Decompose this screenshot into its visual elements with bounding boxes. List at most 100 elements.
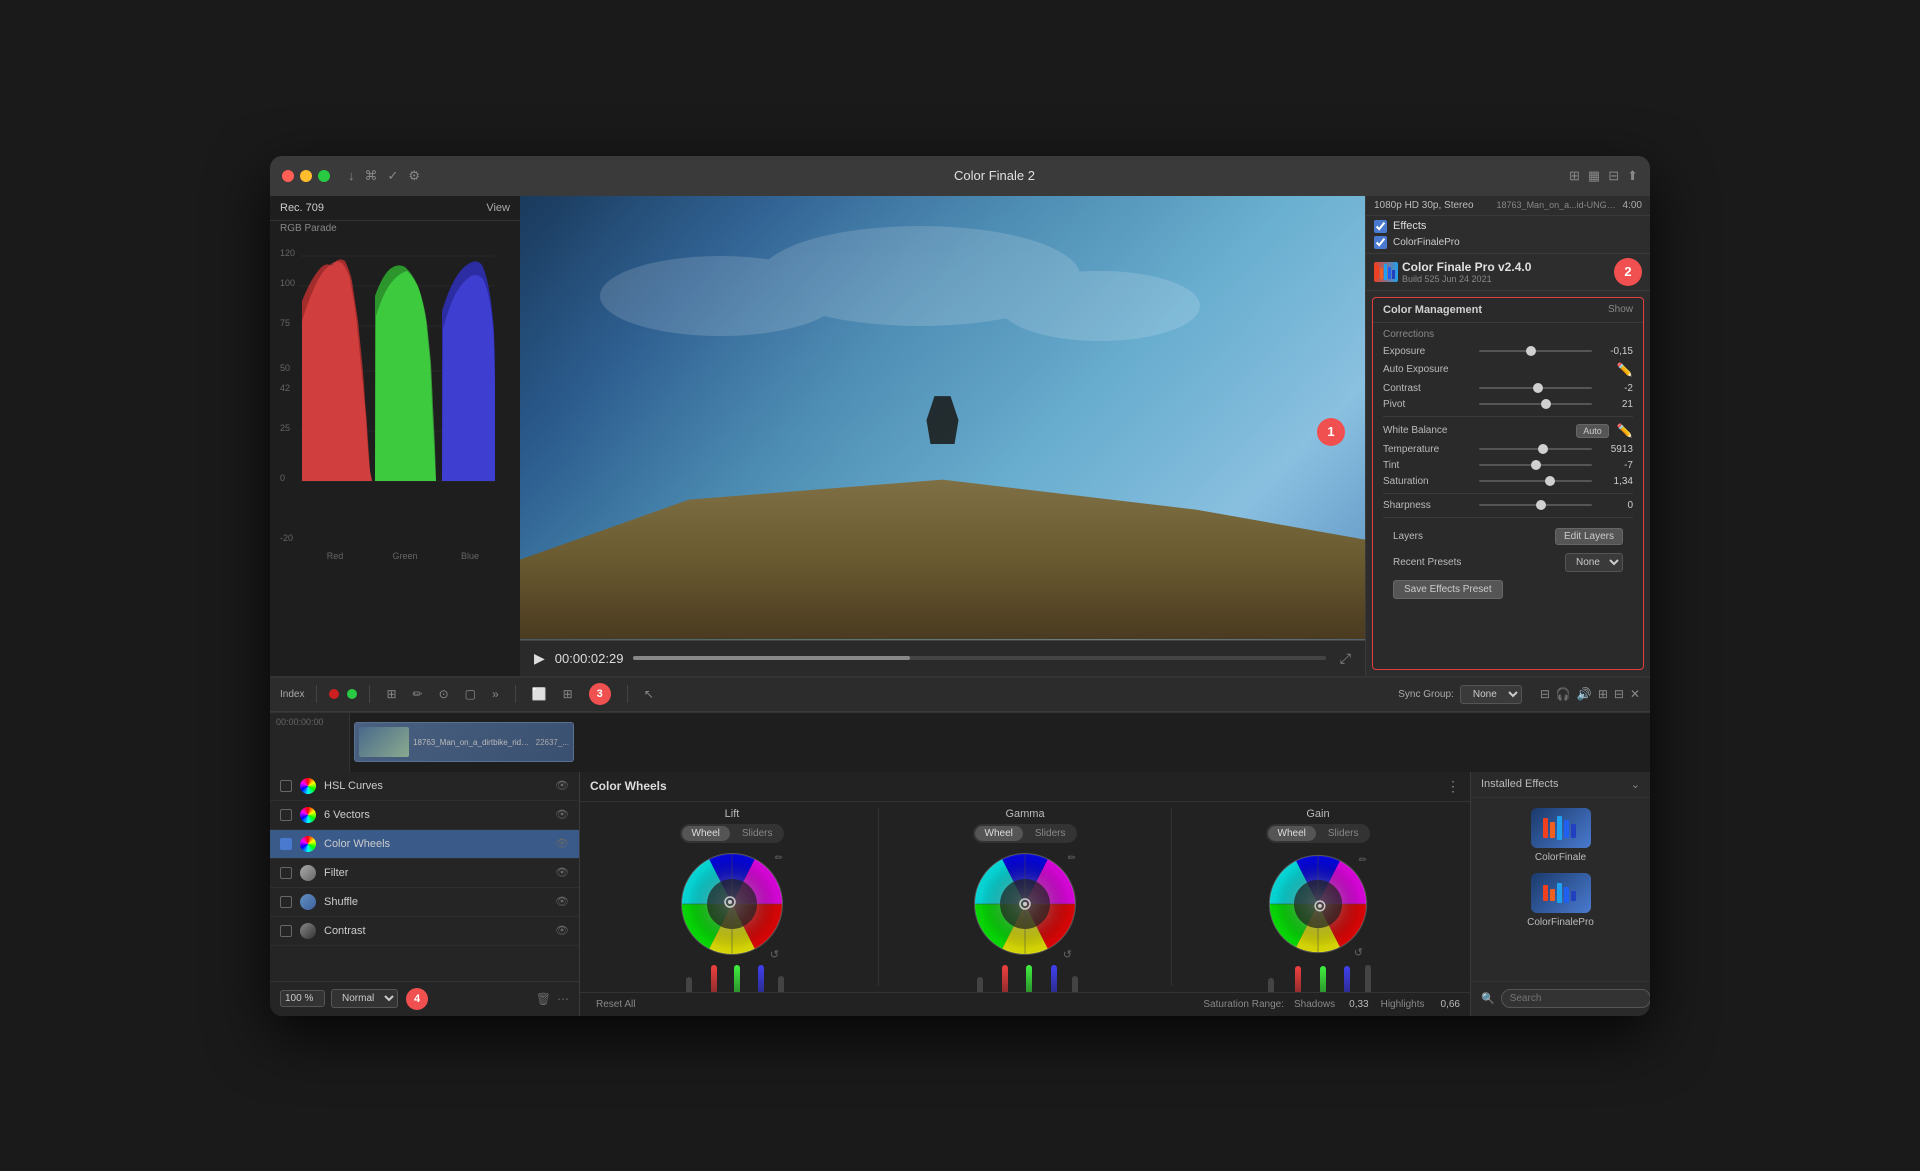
gain-reset-icon[interactable]: ↺ [1354,946,1363,959]
installed-chevron-icon[interactable]: ⌄ [1631,778,1640,791]
waveform-icon[interactable]: ⊟ [1540,687,1550,701]
tint-thumb[interactable] [1531,460,1541,470]
contrast-track[interactable] [1479,387,1592,389]
tool-btn-7[interactable]: ⊞ [559,685,577,703]
filter-checkbox[interactable] [280,867,292,879]
save-preset-button[interactable]: Save Effects Preset [1393,580,1503,599]
speaker-icon[interactable]: 🔊 [1577,687,1592,701]
waveform-view-button[interactable]: View [486,202,510,214]
shuffle-checkbox[interactable] [280,896,292,908]
auto-exposure-eyedropper[interactable]: ✏️ [1617,362,1633,378]
gamma-blue-track[interactable] [1051,965,1057,992]
split-icon[interactable]: ⊟ [1608,168,1619,184]
lift-edit-icon[interactable]: ✏ [775,853,783,864]
gain-red-track[interactable] [1295,966,1301,992]
effect-item-filter[interactable]: Filter 👁 [270,859,579,888]
vectors-visibility-icon[interactable]: 👁 [555,808,569,821]
lift-blue-track[interactable] [758,965,764,992]
filter-visibility-icon[interactable]: 👁 [555,866,569,879]
gamma-wheel-wrap[interactable]: ✏ ↺ [970,849,1080,959]
saturation-thumb[interactable] [1545,476,1555,486]
tool-btn-3[interactable]: ⊙ [435,685,453,703]
effect-item-contrast[interactable]: Contrast 👁 [270,917,579,946]
cw-checkbox[interactable] [280,838,292,850]
gear-icon[interactable]: ⚙ [408,168,420,184]
close-button[interactable] [282,170,294,182]
x-icon[interactable]: ✕ [1630,687,1640,701]
tint-track[interactable] [1479,464,1592,466]
tool-btn-4[interactable]: ▢ [461,685,480,703]
gain-blue-track[interactable] [1344,966,1350,992]
cursor-tool[interactable]: ↖ [640,685,658,703]
gain-master-track[interactable] [1268,978,1274,992]
effect-item-shuffle[interactable]: Shuffle 👁 [270,888,579,917]
gamma-red-track[interactable] [1002,965,1008,992]
lift-wheel-wrap[interactable]: ✏ ↺ [677,849,787,959]
display-icon[interactable]: ⊞ [1598,687,1608,701]
play-button[interactable]: ▶ [534,650,545,667]
timeline-clip[interactable]: 18763_Man_on_a_dirtbike_rides_over_a... … [354,722,574,762]
gamma-green-track[interactable] [1026,965,1032,992]
gain-sat-track[interactable] [1365,965,1371,992]
lift-wheel-tab[interactable]: Wheel [682,826,730,841]
auto-button[interactable]: Auto [1576,424,1609,438]
headphones-icon[interactable]: 🎧 [1556,687,1571,701]
gain-edit-icon[interactable]: ✏ [1359,855,1367,866]
installed-item-colorfinale[interactable]: ColorFinale [1481,808,1640,863]
gamma-wheel-tab[interactable]: Wheel [975,826,1023,841]
opacity-input[interactable] [280,990,325,1007]
effect-item-color-wheels[interactable]: Color Wheels 👁 [270,830,579,859]
contrast-checkbox[interactable] [280,925,292,937]
reset-all-button[interactable]: Reset All [590,997,641,1012]
layout-icon[interactable]: ▦ [1588,168,1600,184]
sharpness-thumb[interactable] [1536,500,1546,510]
installed-item-colorfinale-pro[interactable]: ColorFinalePro [1481,873,1640,928]
search-input[interactable] [1501,989,1650,1008]
lift-master-track[interactable] [686,977,692,992]
exposure-thumb[interactable] [1526,346,1536,356]
grid-icon[interactable]: ⊞ [1569,168,1580,184]
effect-item-hsl[interactable]: HSL Curves 👁 [270,772,579,801]
temperature-track[interactable] [1479,448,1592,450]
hsl-checkbox[interactable] [280,780,292,792]
lift-reset-icon[interactable]: ↺ [770,948,779,961]
effects-checkbox[interactable] [1374,220,1387,233]
effect-item-vectors[interactable]: 6 Vectors 👁 [270,801,579,830]
blend-mode-select[interactable]: Normal [331,989,398,1008]
lift-sat-track[interactable] [778,976,784,992]
cw-menu-icon[interactable]: ⋮ [1446,778,1460,795]
lift-red-track[interactable] [711,965,717,992]
export-icon[interactable]: ⬆ [1627,168,1638,184]
sync-group-select[interactable]: None [1460,685,1522,704]
gain-green-track[interactable] [1320,966,1326,992]
saturation-track[interactable] [1479,480,1592,482]
gamma-sliders-tab[interactable]: Sliders [1025,826,1076,841]
delete-icon[interactable]: 🗑 [536,992,551,1006]
tool-btn-6[interactable]: ⬜ [528,685,551,703]
shuffle-visibility-icon[interactable]: 👁 [555,895,569,908]
more-icon[interactable]: ⋯ [557,992,569,1006]
tool-btn-2[interactable]: ✏ [409,685,427,703]
pivot-track[interactable] [1479,403,1592,405]
gamma-sat-track[interactable] [1072,976,1078,992]
exposure-track[interactable] [1479,350,1592,352]
tool-btn-5[interactable]: » [488,685,503,703]
temperature-thumb[interactable] [1538,444,1548,454]
hsl-visibility-icon[interactable]: 👁 [555,779,569,792]
cw-visibility-icon[interactable]: 👁 [555,837,569,850]
minimize-button[interactable] [300,170,312,182]
timeline-scrubber[interactable] [633,656,1325,660]
edit-layers-button[interactable]: Edit Layers [1555,528,1623,545]
gain-sliders-tab[interactable]: Sliders [1318,826,1369,841]
down-arrow-icon[interactable]: ↓ [348,168,355,183]
gamma-edit-icon[interactable]: ✏ [1068,853,1076,864]
gain-wheel-wrap[interactable]: ✏ ↺ [1263,849,1373,959]
sharpness-track[interactable] [1479,504,1592,506]
pivot-thumb[interactable] [1541,399,1551,409]
fullscreen-button[interactable] [318,170,330,182]
tool-btn-1[interactable]: ⊞ [382,685,400,703]
check-icon[interactable]: ✓ [388,168,399,184]
expand-icon[interactable]: ⤢ [1340,650,1351,667]
presets-select[interactable]: None [1565,553,1623,572]
gamma-reset-icon[interactable]: ↺ [1063,948,1072,961]
